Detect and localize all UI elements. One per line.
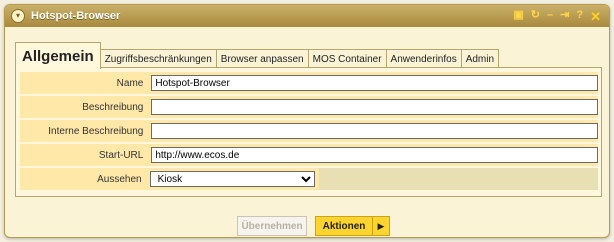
window: ▾ Hotspot-Browser ▣ ↻ – ⇥ ? ✕ Allgemein … <box>4 4 610 238</box>
beschreibung-row: Beschreibung <box>20 96 598 118</box>
tab-allgemein[interactable]: Allgemein <box>15 42 101 69</box>
actions-menu-arrow-icon[interactable]: ▶ <box>372 216 390 236</box>
refresh-icon[interactable]: ↻ <box>531 9 540 23</box>
aussehen-select[interactable]: Kiosk <box>149 171 315 187</box>
beschreibung-input[interactable] <box>151 99 598 115</box>
interne-beschreibung-label: Interne Beschreibung <box>48 125 144 137</box>
interne-beschreibung-row: Interne Beschreibung <box>20 120 598 142</box>
window-icon[interactable]: ▣ <box>513 9 523 23</box>
start-url-input[interactable] <box>151 147 598 163</box>
beschreibung-label: Beschreibung <box>82 101 144 113</box>
tab-zugriffsbeschraenkungen[interactable]: Zugriffsbeschränkungen <box>99 49 217 69</box>
tab-anwenderinfos[interactable]: Anwenderinfos <box>385 49 462 69</box>
general-panel: Name Beschreibung Interne Beschreibung S… <box>15 67 602 197</box>
name-input[interactable] <box>151 75 598 91</box>
tab-browser-anpassen[interactable]: Browser anpassen <box>215 49 309 69</box>
apply-button[interactable]: Übernehmen <box>237 216 307 236</box>
help-icon[interactable]: ? <box>576 9 583 23</box>
pin-icon[interactable]: ⇥ <box>560 9 569 23</box>
title-bar-icons: ▣ ↻ – ⇥ ? ✕ <box>513 9 601 23</box>
tab-bar: Allgemein Zugriffsbeschränkungen Browser… <box>15 42 500 69</box>
start-url-row: Start-URL <box>20 144 598 166</box>
name-row: Name <box>20 72 598 94</box>
aussehen-label: Aussehen <box>97 173 142 185</box>
window-title: Hotspot-Browser <box>31 10 121 22</box>
start-url-label: Start-URL <box>98 149 144 161</box>
collapse-icon[interactable]: ▾ <box>11 9 25 23</box>
interne-beschreibung-input[interactable] <box>151 123 598 139</box>
tab-mos-container[interactable]: MOS Container <box>307 49 387 69</box>
actions-button[interactable]: Aktionen <box>315 216 373 236</box>
title-bar: ▾ Hotspot-Browser ▣ ↻ – ⇥ ? ✕ <box>5 5 609 27</box>
minimize-icon[interactable]: – <box>547 9 553 23</box>
aussehen-row: Aussehen Kiosk <box>20 168 598 190</box>
tab-admin[interactable]: Admin <box>460 49 500 69</box>
aussehen-filler <box>318 168 598 190</box>
close-icon[interactable]: ✕ <box>590 10 601 23</box>
name-label: Name <box>116 77 144 89</box>
